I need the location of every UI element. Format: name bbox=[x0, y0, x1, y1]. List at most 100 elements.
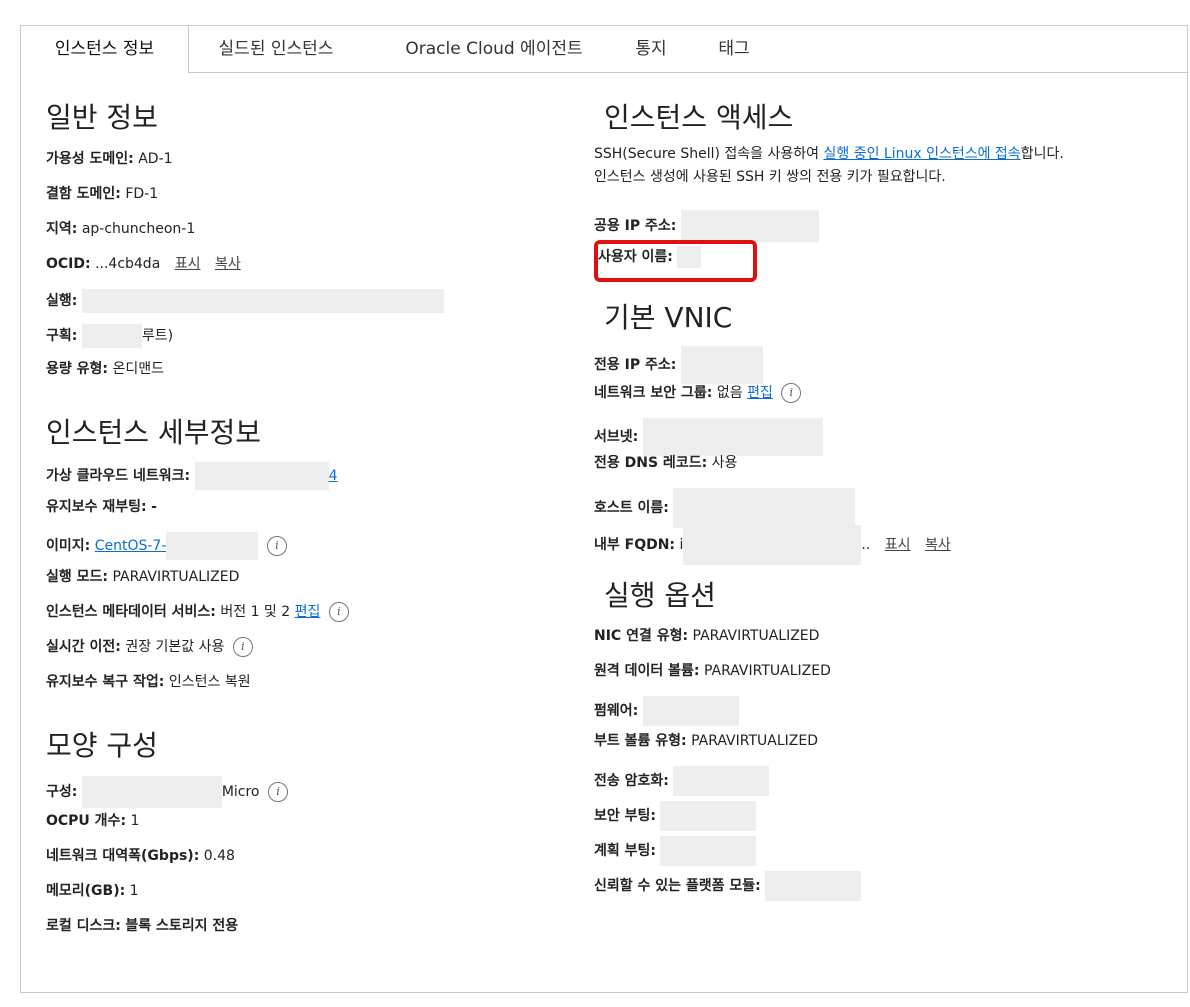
ocid-row: OCID: ...4cb4da 표시 복사 bbox=[46, 254, 241, 274]
capacity-type-label: 용량 유형: bbox=[46, 361, 108, 377]
nic-attachment-label: NIC 연결 유형: bbox=[594, 628, 689, 644]
measured-boot-label: 계획 부팅: bbox=[594, 843, 656, 859]
ocpu-row: OCPU 개수: 1 bbox=[46, 811, 139, 831]
metadata-service-row: 인스턴스 메타데이터 서비스: 버전 1 및 2 편집 i bbox=[46, 602, 349, 622]
memory-label: 메모리(GB): bbox=[46, 883, 126, 899]
connect-linux-instance-link[interactable]: 실행 중인 Linux 인스턴스에 접속 bbox=[823, 146, 1020, 162]
redacted-block bbox=[194, 462, 329, 490]
region-label: 지역: bbox=[46, 221, 78, 237]
in-transit-encryption-label: 전송 암호화: bbox=[594, 773, 669, 789]
redacted-block bbox=[166, 532, 259, 560]
private-dns-row: 전용 DNS 레코드: 사용 bbox=[594, 453, 737, 473]
metadata-edit-link[interactable]: 편집 bbox=[295, 604, 321, 620]
nsg-edit-link[interactable]: 편집 bbox=[747, 385, 773, 401]
launch-mode-label: 실행 모드: bbox=[46, 569, 108, 585]
info-icon[interactable]: i bbox=[266, 536, 287, 556]
nic-attachment-value: PARAVIRTUALIZED bbox=[692, 628, 820, 644]
firmware-label: 펌웨어: bbox=[594, 703, 639, 719]
boot-volume-value: PARAVIRTUALIZED bbox=[691, 733, 818, 749]
redacted-block bbox=[680, 346, 763, 384]
private-ip-row: 전용 IP 주소: bbox=[594, 346, 763, 384]
ocid-show-link[interactable]: 표시 bbox=[175, 256, 201, 272]
nsg-label: 네트워크 보안 그룹: bbox=[594, 385, 713, 401]
redacted-block bbox=[673, 766, 770, 796]
image-label: 이미지: bbox=[46, 538, 91, 554]
internal-fqdn-label: 내부 FQDN: bbox=[594, 537, 676, 553]
instance-access-title: 인스턴스 액세스 bbox=[604, 101, 794, 134]
nsg-value: 없음 bbox=[716, 385, 743, 401]
vcn-row: 가상 클라우드 네트워크: 4 bbox=[46, 462, 338, 490]
tab-instance-info[interactable]: 인스턴스 정보 bbox=[21, 26, 189, 74]
fqdn-show-link[interactable]: 표시 bbox=[885, 537, 911, 553]
subnet-row: 서브넷: bbox=[594, 418, 823, 456]
image-link[interactable]: CentOS-7- bbox=[95, 538, 167, 554]
live-migration-label: 실시간 이전: bbox=[46, 639, 121, 655]
access-desc-text: SSH(Secure Shell) 접속을 사용하여 bbox=[594, 146, 824, 162]
tab-oracle-cloud-agent[interactable]: Oracle Cloud 에이전트 bbox=[389, 26, 599, 73]
username-highlight-box bbox=[594, 240, 757, 282]
bandwidth-row: 네트워크 대역폭(Gbps): 0.48 bbox=[46, 846, 235, 866]
bandwidth-value: 0.48 bbox=[203, 848, 235, 864]
availability-domain-row: 가용성 도메인: AD-1 bbox=[46, 149, 173, 169]
hostname-row: 호스트 이름: bbox=[594, 488, 856, 528]
redacted-block bbox=[680, 210, 819, 242]
launch-options-title: 실행 옵션 bbox=[604, 579, 716, 612]
memory-row: 메모리(GB): 1 bbox=[46, 881, 139, 901]
redacted-block bbox=[660, 801, 757, 831]
redacted-block bbox=[81, 776, 222, 808]
redacted-block bbox=[642, 696, 739, 726]
hostname-label: 호스트 이름: bbox=[594, 500, 669, 516]
fqdn-copy-link[interactable]: 복사 bbox=[925, 537, 951, 553]
ocid-copy-link[interactable]: 복사 bbox=[215, 256, 241, 272]
tab-bar: 인스턴스 정보 실드된 인스턴스 Oracle Cloud 에이전트 통지 태그 bbox=[21, 26, 1187, 74]
capacity-type-row: 용량 유형: 온디맨드 bbox=[46, 359, 164, 379]
nsg-row: 네트워크 보안 그룹: 없음 편집 i bbox=[594, 383, 802, 403]
capacity-type-value: 온디맨드 bbox=[112, 361, 164, 377]
fault-domain-row: 결함 도메인: FD-1 bbox=[46, 184, 158, 204]
instance-details-panel: 인스턴스 정보 실드된 인스턴스 Oracle Cloud 에이전트 통지 태그… bbox=[20, 25, 1188, 993]
redacted-block bbox=[673, 488, 856, 528]
maintenance-reboot-value: - bbox=[151, 499, 157, 515]
info-icon[interactable]: i bbox=[328, 602, 349, 622]
public-ip-label: 공용 IP 주소: bbox=[594, 218, 677, 234]
metadata-service-value: 버전 1 및 2 bbox=[220, 604, 291, 620]
tab-tags[interactable]: 태그 bbox=[709, 26, 759, 73]
redacted-block bbox=[81, 324, 142, 348]
in-transit-encryption-row: 전송 암호화: bbox=[594, 766, 770, 796]
redacted-block bbox=[683, 525, 862, 565]
memory-value: 1 bbox=[129, 883, 139, 899]
public-ip-row: 공용 IP 주소: bbox=[594, 210, 819, 242]
secure-boot-row: 보안 부팅: bbox=[594, 801, 757, 831]
internal-fqdn-row: 내부 FQDN: i.. 표시 복사 bbox=[594, 525, 951, 565]
subnet-label: 서브넷: bbox=[594, 429, 639, 445]
compartment-label: 구획: bbox=[46, 328, 78, 344]
local-disk-label: 로컬 디스크: bbox=[46, 918, 121, 934]
general-info-title: 일반 정보 bbox=[46, 101, 158, 134]
compartment-suffix: 루트) bbox=[141, 328, 174, 344]
tab-notifications[interactable]: 통지 bbox=[626, 26, 676, 73]
compartment-row: 구획: 루트) bbox=[46, 324, 174, 348]
launched-label: 실행: bbox=[46, 293, 78, 309]
boot-volume-label: 부트 볼륨 유형: bbox=[594, 733, 687, 749]
instance-details-title: 인스턴스 세부정보 bbox=[46, 416, 261, 449]
info-icon[interactable]: i bbox=[267, 782, 288, 802]
availability-domain-label: 가용성 도메인: bbox=[46, 151, 134, 167]
info-icon[interactable]: i bbox=[232, 637, 253, 657]
launch-mode-value: PARAVIRTUALIZED bbox=[112, 569, 240, 585]
primary-vnic-title: 기본 VNIC bbox=[604, 301, 733, 334]
ocid-label: OCID: bbox=[46, 256, 91, 272]
secure-boot-label: 보안 부팅: bbox=[594, 808, 656, 824]
tab-shielded-instance[interactable]: 실드된 인스턴스 bbox=[201, 26, 351, 73]
shape-label: 구성: bbox=[46, 784, 78, 800]
bandwidth-label: 네트워크 대역폭(Gbps): bbox=[46, 848, 200, 864]
maintenance-recovery-value: 인스턴스 복원 bbox=[168, 674, 251, 690]
vcn-link[interactable]: 4 bbox=[329, 468, 338, 484]
redacted-block bbox=[81, 289, 444, 313]
info-icon[interactable]: i bbox=[781, 383, 802, 403]
ocid-value: ...4cb4da bbox=[95, 256, 161, 272]
redacted-block bbox=[660, 836, 757, 866]
ocpu-value: 1 bbox=[130, 813, 140, 829]
maintenance-recovery-label: 유지보수 복구 작업: bbox=[46, 674, 165, 690]
boot-volume-row: 부트 볼륨 유형: PARAVIRTUALIZED bbox=[594, 731, 818, 751]
availability-domain-value: AD-1 bbox=[138, 151, 173, 167]
